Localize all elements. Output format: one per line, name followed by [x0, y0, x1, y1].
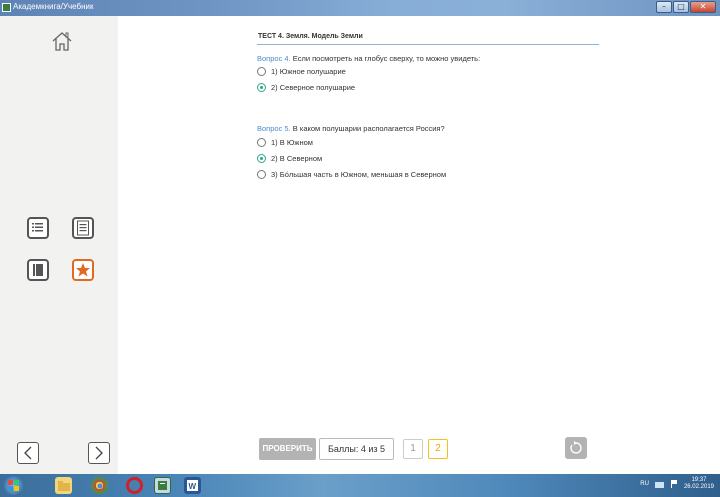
app-window: Академкнига/Учебник – □ ✕ ТЕСТ 4. Земля.…	[0, 0, 720, 497]
answer-option[interactable]: 2) Северное полушарие	[257, 83, 355, 92]
home-icon	[52, 32, 72, 51]
system-tray: RU 19:37 26.02.2019	[640, 477, 714, 491]
question-text: В каком полушарии располагается Россия?	[292, 124, 445, 133]
question-5: Вопрос 5. В каком полушарии располагаетс…	[257, 124, 445, 133]
toc-button[interactable]	[27, 217, 49, 239]
textbook-taskbar-item[interactable]	[154, 477, 171, 494]
network-icon[interactable]	[654, 480, 664, 488]
word-taskbar-item[interactable]: W	[184, 477, 201, 494]
page-button-2[interactable]: 2	[428, 439, 448, 459]
answer-option[interactable]: 1) Южное полушарие	[257, 67, 346, 76]
close-button[interactable]: ✕	[690, 1, 716, 13]
question-prefix: Вопрос	[257, 124, 283, 133]
start-button[interactable]	[4, 476, 23, 495]
svg-text:W: W	[189, 482, 197, 491]
radio-button-selected[interactable]	[257, 154, 266, 163]
page-button-1[interactable]: 1	[403, 439, 423, 459]
page-button[interactable]	[72, 217, 94, 239]
option-text: Бо́льшая часть в Южном, меньшая в Северн…	[279, 170, 447, 179]
question-4: Вопрос 4. Если посмотреть на глобус свер…	[257, 54, 480, 63]
chevron-right-icon	[95, 446, 103, 460]
answer-option[interactable]: 1) В Южном	[257, 138, 313, 147]
chrome-icon	[97, 483, 102, 488]
question-prefix: Вопрос	[257, 54, 283, 63]
score-display: Баллы: 4 из 5	[319, 438, 394, 460]
question-number: 4.	[284, 54, 291, 63]
option-text: В Северном	[279, 154, 323, 163]
clock[interactable]: 19:37 26.02.2019	[684, 477, 714, 491]
window-controls: – □ ✕	[656, 1, 716, 13]
textbook-app-icon	[158, 481, 167, 490]
flag-icon[interactable]	[670, 480, 678, 488]
language-indicator[interactable]: RU	[640, 481, 649, 487]
option-label: 3)	[271, 170, 278, 179]
maximize-button[interactable]: □	[673, 1, 689, 13]
taskbar: W RU 19:37 26.02.2019	[0, 474, 720, 497]
option-label: 1)	[271, 67, 278, 76]
test-title: ТЕСТ 4. Земля. Модель Земли	[258, 33, 363, 40]
explorer-taskbar-item[interactable]	[55, 477, 72, 494]
content-area: ТЕСТ 4. Земля. Модель Земли Вопрос 4. Ес…	[118, 16, 720, 474]
favorite-button[interactable]	[72, 259, 94, 281]
windows-icon	[8, 480, 19, 491]
prev-page-button[interactable]	[17, 442, 39, 464]
book-button[interactable]	[27, 259, 49, 281]
option-label: 1)	[271, 138, 278, 147]
option-text: В Южном	[279, 138, 313, 147]
next-page-button[interactable]	[88, 442, 110, 464]
answer-option[interactable]: 3) Бо́льшая часть в Южном, меньшая в Сев…	[257, 170, 446, 179]
book-icon	[27, 259, 49, 281]
radio-button[interactable]	[257, 67, 266, 76]
clock-time: 19:37	[691, 477, 707, 483]
radio-button-selected[interactable]	[257, 83, 266, 92]
title-bar: Академкнига/Учебник – □ ✕	[0, 0, 720, 16]
check-button[interactable]: ПРОВЕРИТЬ	[259, 438, 316, 460]
option-label: 2)	[271, 83, 278, 92]
question-text: Если посмотреть на глобус сверху, то мож…	[292, 54, 481, 63]
clock-date: 26.02.2019	[683, 484, 714, 490]
radio-button[interactable]	[257, 138, 266, 147]
title-divider	[257, 44, 599, 45]
app-icon	[2, 3, 11, 12]
opera-icon	[134, 485, 135, 486]
folder-icon	[57, 480, 70, 491]
chevron-left-icon	[24, 446, 32, 460]
minimize-button[interactable]: –	[656, 1, 672, 13]
opera-taskbar-item[interactable]	[126, 477, 143, 494]
home-button[interactable]	[51, 30, 73, 52]
document-icon	[72, 217, 94, 239]
option-text: Южное полушарие	[279, 67, 346, 76]
word-icon: W	[187, 480, 198, 491]
reset-button[interactable]	[565, 437, 587, 459]
reset-icon	[570, 441, 582, 454]
option-label: 2)	[271, 154, 278, 163]
window-title: Академкнига/Учебник	[13, 2, 94, 11]
star-icon	[72, 259, 94, 281]
chrome-taskbar-item[interactable]	[91, 477, 108, 494]
list-icon	[27, 217, 49, 239]
radio-button[interactable]	[257, 170, 266, 179]
left-sidebar	[0, 16, 118, 474]
answer-option[interactable]: 2) В Северном	[257, 154, 322, 163]
question-number: 5.	[284, 124, 291, 133]
option-text: Северное полушарие	[279, 83, 356, 92]
